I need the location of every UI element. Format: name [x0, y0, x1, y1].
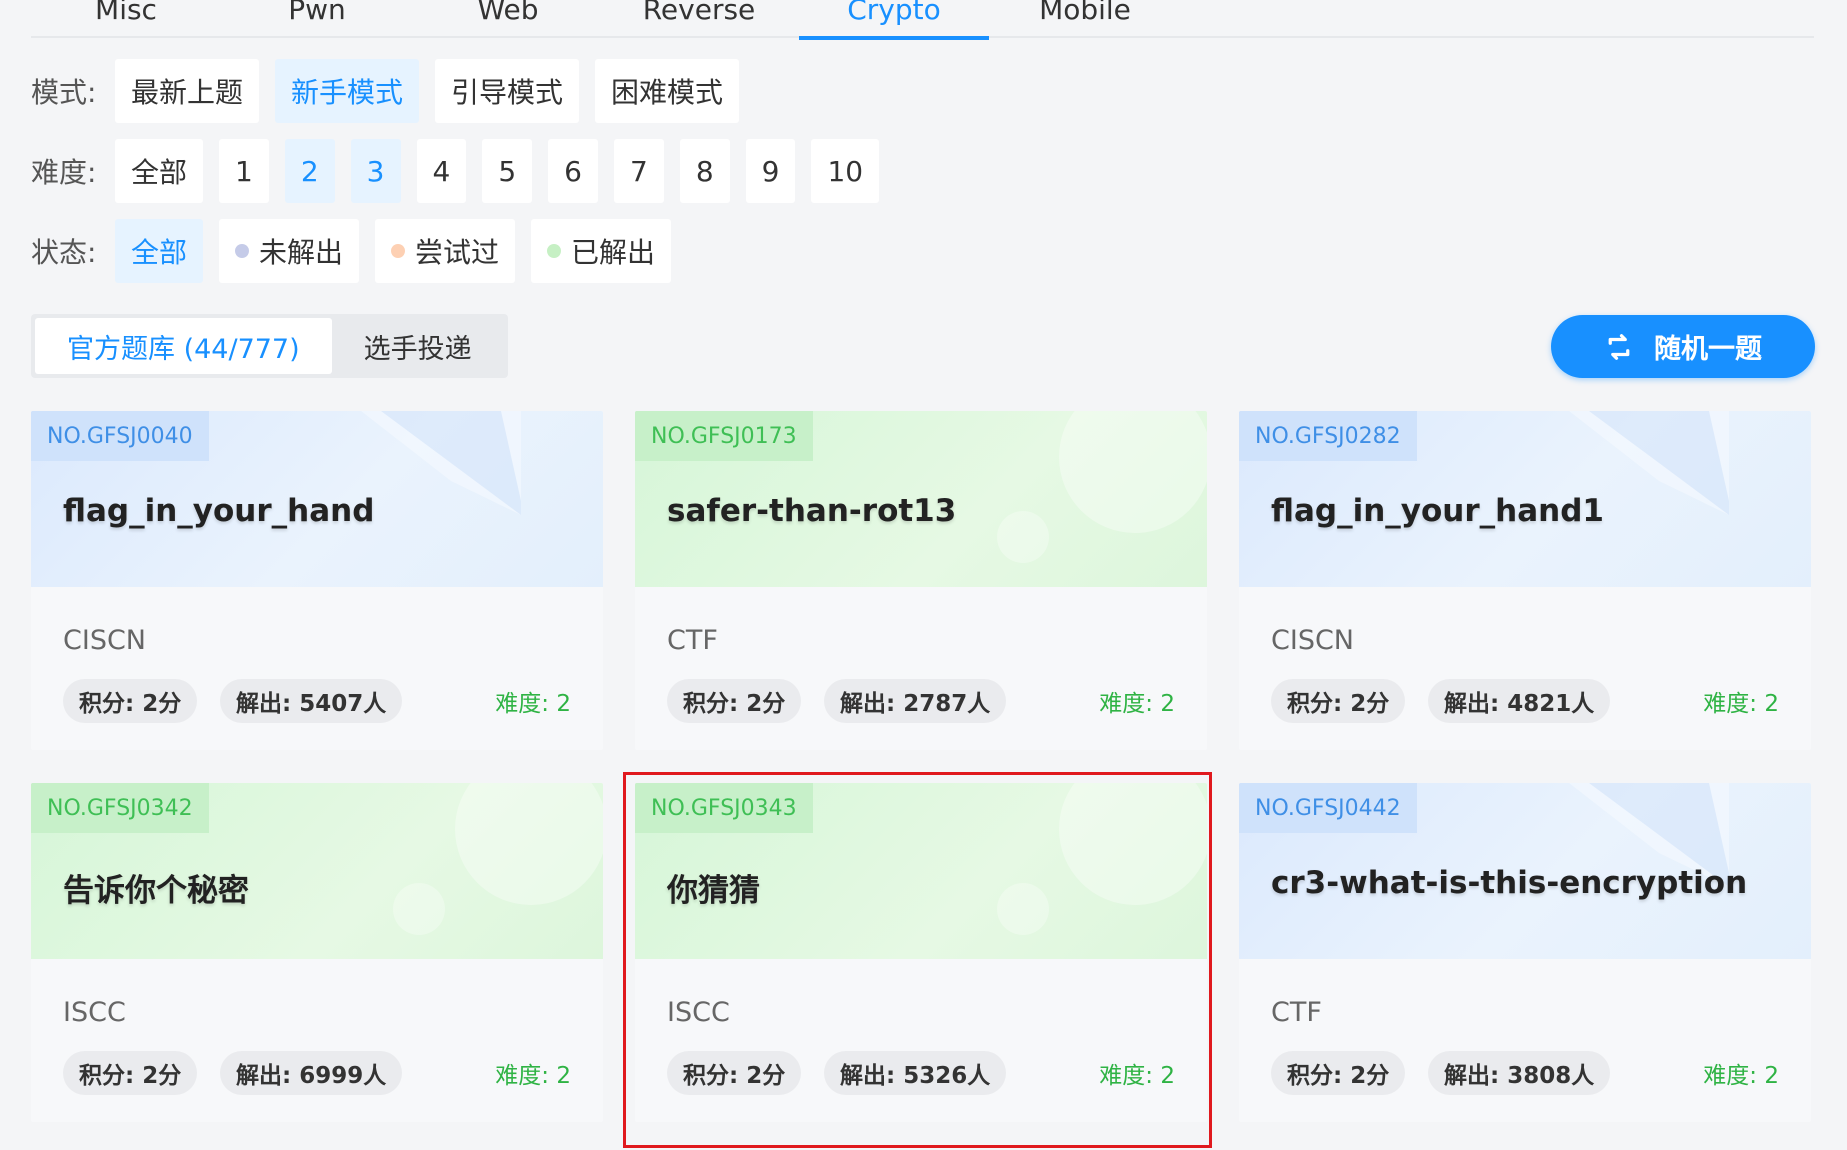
challenge-title: safer-than-rot13	[667, 493, 957, 529]
difficulty-filter: 难度: 全部 1 2 3 4 5 6 7 8 9 10	[31, 139, 895, 203]
challenge-organization: ISCC	[667, 997, 730, 1028]
status-option-attempted[interactable]: 尝试过	[375, 219, 516, 283]
category-tabs: Misc Pwn Web Reverse Crypto Mobile	[31, 0, 1814, 40]
card-header: NO.GFSJ0342 告诉你个秘密	[31, 783, 603, 959]
challenge-number: NO.GFSJ0173	[635, 411, 813, 461]
difficulty-label: 难度: 2	[1099, 1063, 1175, 1089]
score-badge: 积分: 2分	[1271, 679, 1406, 723]
challenge-title: 告诉你个秘密	[63, 873, 249, 909]
difficulty-label: 难度: 2	[495, 691, 571, 717]
challenge-number: NO.GFSJ0343	[635, 783, 813, 833]
difficulty-label: 难度: 2	[1703, 691, 1779, 717]
challenge-card[interactable]: NO.GFSJ0040 flag_in_your_hand CISCN 积分: …	[31, 411, 603, 750]
status-option-solved[interactable]: 已解出	[531, 219, 672, 283]
tab-misc[interactable]: Misc	[31, 0, 221, 38]
score-badge: 积分: 2分	[667, 679, 802, 723]
score-badge: 积分: 2分	[63, 1051, 198, 1095]
difficulty-option-5[interactable]: 5	[482, 139, 533, 203]
challenge-organization: ISCC	[63, 997, 126, 1028]
attempted-dot-icon	[391, 244, 406, 258]
difficulty-option-9[interactable]: 9	[745, 139, 796, 203]
card-header: NO.GFSJ0343 你猜猜	[635, 783, 1207, 959]
status-option-label: 全部	[131, 236, 188, 269]
mode-option-latest[interactable]: 最新上题	[115, 59, 260, 123]
status-filter-label: 状态:	[31, 236, 97, 269]
challenge-title: cr3-what-is-this-encryption	[1271, 865, 1748, 901]
tab-mobile[interactable]: Mobile	[990, 0, 1180, 38]
unsolved-dot-icon	[235, 244, 250, 258]
difficulty-option-10[interactable]: 10	[811, 139, 880, 203]
challenge-card[interactable]: NO.GFSJ0282 flag_in_your_hand1 CISCN 积分:…	[1239, 411, 1811, 750]
score-badge: 积分: 2分	[1271, 1051, 1406, 1095]
card-header: NO.GFSJ0173 safer-than-rot13	[635, 411, 1207, 587]
solves-badge: 解出: 4821人	[1428, 679, 1611, 723]
difficulty-option-1[interactable]: 1	[219, 139, 269, 203]
card-header: NO.GFSJ0040 flag_in_your_hand	[31, 411, 603, 587]
source-tabs: 官方题库 (44/777) 选手投递	[31, 314, 508, 378]
challenge-card[interactable]: NO.GFSJ0173 safer-than-rot13 CTF 积分: 2分 …	[635, 411, 1207, 750]
tab-pwn[interactable]: Pwn	[222, 0, 412, 38]
tab-player-submissions[interactable]: 选手投递	[332, 318, 504, 374]
tab-reverse[interactable]: Reverse	[604, 0, 794, 38]
challenge-title: flag_in_your_hand	[63, 493, 375, 529]
mode-option-guided[interactable]: 引导模式	[435, 59, 580, 123]
mode-option-beginner[interactable]: 新手模式	[275, 59, 420, 123]
difficulty-option-3[interactable]: 3	[350, 139, 401, 203]
challenge-organization: CTF	[1271, 997, 1322, 1028]
solves-badge: 解出: 5407人	[220, 679, 403, 723]
challenge-number: NO.GFSJ0282	[1239, 411, 1417, 461]
challenge-title: flag_in_your_hand1	[1271, 493, 1604, 529]
challenge-number: NO.GFSJ0442	[1239, 783, 1417, 833]
score-badge: 积分: 2分	[63, 679, 198, 723]
difficulty-label: 难度: 2	[495, 1063, 571, 1089]
solves-badge: 解出: 2787人	[824, 679, 1007, 723]
challenge-card[interactable]: NO.GFSJ0442 cr3-what-is-this-encryption …	[1239, 783, 1811, 1122]
tab-official-bank[interactable]: 官方题库 (44/777)	[35, 318, 332, 374]
challenge-organization: CISCN	[63, 625, 147, 656]
status-option-all[interactable]: 全部	[115, 219, 204, 283]
challenge-title: 你猜猜	[667, 873, 760, 909]
difficulty-option-7[interactable]: 7	[613, 139, 664, 203]
refresh-icon	[1608, 333, 1630, 360]
solves-badge: 解出: 3808人	[1428, 1051, 1611, 1095]
difficulty-option-4[interactable]: 4	[416, 139, 467, 203]
solved-dot-icon	[547, 244, 562, 258]
difficulty-label: 难度: 2	[1703, 1063, 1779, 1089]
solves-badge: 解出: 5326人	[824, 1051, 1007, 1095]
challenge-number: NO.GFSJ0342	[31, 783, 209, 833]
mode-option-hard[interactable]: 困难模式	[595, 59, 740, 123]
status-option-label: 未解出	[259, 236, 344, 269]
mode-filter: 模式: 最新上题 新手模式 引导模式 困难模式	[31, 59, 755, 123]
challenge-organization: CISCN	[1271, 625, 1355, 656]
random-challenge-label: 随机一题	[1654, 334, 1762, 365]
status-filter: 状态: 全部 未解出 尝试过 已解出	[31, 219, 687, 283]
random-challenge-button[interactable]: 随机一题	[1551, 315, 1815, 378]
status-option-label: 尝试过	[415, 236, 500, 269]
status-option-label: 已解出	[571, 236, 656, 269]
difficulty-option-all[interactable]: 全部	[115, 139, 204, 203]
challenge-organization: CTF	[667, 625, 718, 656]
card-header: NO.GFSJ0442 cr3-what-is-this-encryption	[1239, 783, 1811, 959]
challenge-card[interactable]: NO.GFSJ0342 告诉你个秘密 ISCC 积分: 2分 解出: 6999人…	[31, 783, 603, 1122]
difficulty-filter-label: 难度:	[31, 156, 97, 189]
tab-crypto[interactable]: Crypto	[799, 0, 989, 40]
difficulty-option-8[interactable]: 8	[679, 139, 730, 203]
tab-web[interactable]: Web	[413, 0, 603, 38]
status-option-unsolved[interactable]: 未解出	[219, 219, 360, 283]
card-header: NO.GFSJ0282 flag_in_your_hand1	[1239, 411, 1811, 587]
solves-badge: 解出: 6999人	[220, 1051, 403, 1095]
mode-filter-label: 模式:	[31, 76, 97, 109]
difficulty-option-2[interactable]: 2	[284, 139, 335, 203]
challenge-number: NO.GFSJ0040	[31, 411, 209, 461]
difficulty-option-6[interactable]: 6	[548, 139, 598, 203]
challenge-card[interactable]: NO.GFSJ0343 你猜猜 ISCC 积分: 2分 解出: 5326人 难度…	[635, 783, 1207, 1122]
difficulty-label: 难度: 2	[1099, 691, 1175, 717]
score-badge: 积分: 2分	[667, 1051, 802, 1095]
